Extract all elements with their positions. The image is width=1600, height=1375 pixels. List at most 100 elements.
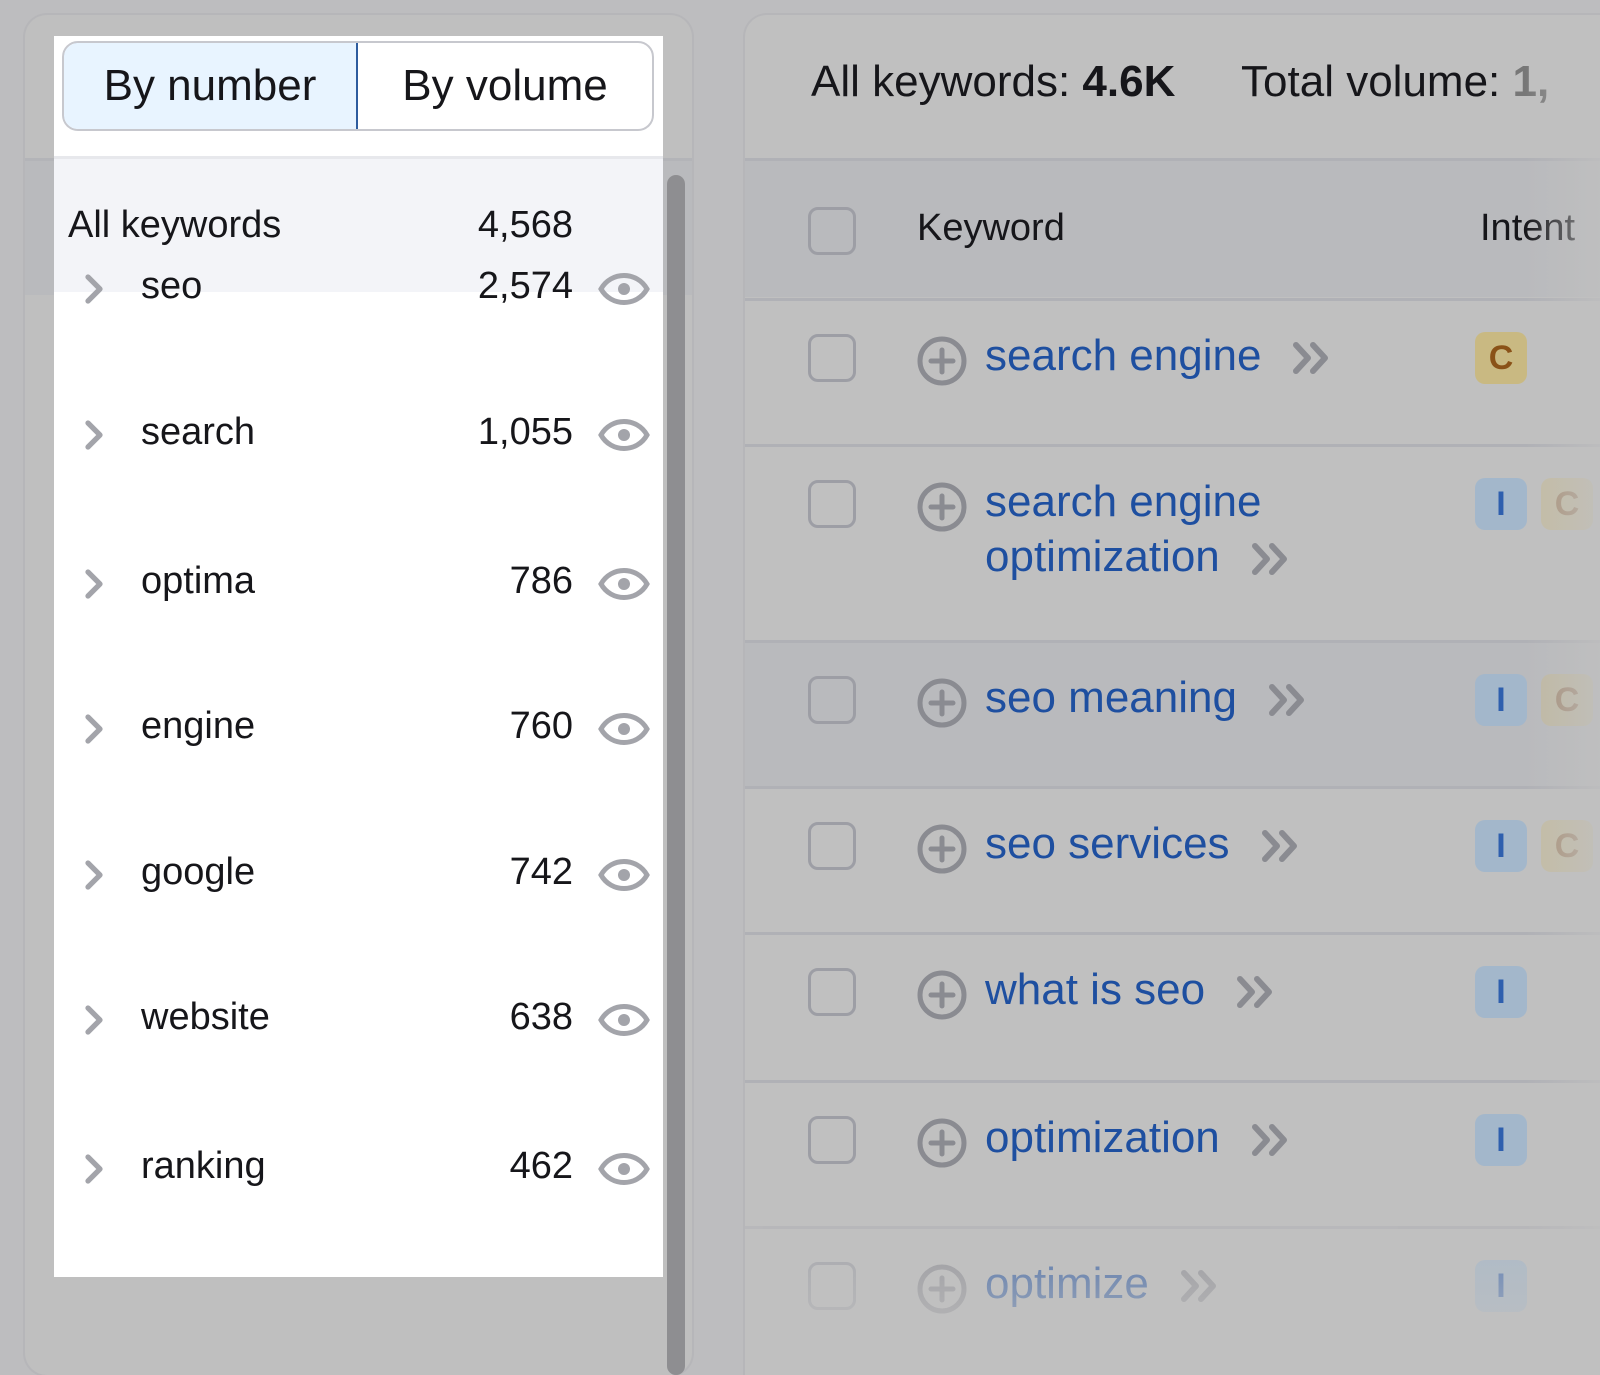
keyword-group-item[interactable]: ranking 462 (54, 1129, 663, 1209)
group-label: seo (141, 265, 203, 307)
add-to-list-icon[interactable] (915, 968, 969, 1022)
column-header-intent[interactable]: Intent (1480, 207, 1575, 250)
row-checkbox[interactable] (808, 968, 856, 1016)
group-count: 760 (509, 705, 573, 747)
all-keywords-count: 4,568 (477, 204, 573, 246)
open-keyword-overview-icon[interactable] (1179, 1269, 1221, 1303)
chevron-right-icon[interactable] (76, 271, 112, 307)
intent-badge-commercial: C (1475, 332, 1527, 384)
keyword-group-item[interactable]: google 742 (54, 835, 663, 915)
open-keyword-overview-icon[interactable] (1235, 975, 1277, 1009)
intent-badge-informational: I (1475, 478, 1527, 530)
group-count: 462 (509, 1145, 573, 1187)
open-keyword-overview-icon[interactable] (1291, 341, 1333, 375)
by-volume-toggle[interactable]: By volume (358, 43, 652, 129)
table-row: what is seo I (745, 932, 1600, 1083)
eye-icon[interactable] (597, 707, 651, 751)
keyword-group-item[interactable]: website 638 (54, 980, 663, 1060)
keyword-text: search engine (985, 331, 1262, 380)
keyword-link[interactable]: what is seo (985, 962, 1277, 1017)
total-volume-value: 1, (1512, 57, 1550, 106)
keyword-group-item[interactable]: optima 786 (54, 544, 663, 624)
keyword-link[interactable]: seo services (985, 816, 1302, 871)
intent-badge-informational: I (1475, 966, 1527, 1018)
keyword-text: what is seo (985, 965, 1206, 1014)
open-keyword-overview-icon[interactable] (1267, 683, 1309, 717)
groups-scrollbar[interactable] (667, 175, 685, 1375)
row-checkbox[interactable] (808, 480, 856, 528)
intent-badge-informational: I (1475, 1260, 1527, 1312)
row-checkbox[interactable] (808, 1116, 856, 1164)
table-summary: All keywords: 4.6K Total volume: 1, (811, 57, 1549, 107)
keyword-link[interactable]: seo meaning (985, 670, 1309, 725)
all-keywords-label: All keywords (68, 204, 282, 246)
groups-highlight-area: By number By volume All keywords 4,568 s… (54, 36, 663, 1277)
table-row: seo meaning I C (745, 640, 1600, 789)
keyword-text: optimization (985, 1113, 1220, 1162)
chevron-right-icon[interactable] (76, 1151, 112, 1187)
keyword-text: optimize (985, 1259, 1149, 1308)
all-keywords-summary-value: 4.6K (1082, 57, 1176, 106)
chevron-right-icon[interactable] (76, 417, 112, 453)
add-to-list-icon[interactable] (915, 676, 969, 730)
add-to-list-icon[interactable] (915, 1262, 969, 1316)
row-checkbox[interactable] (808, 334, 856, 382)
keyword-text: search engine (985, 477, 1262, 526)
keyword-text: seo services (985, 819, 1230, 868)
keyword-group-item[interactable]: search 1,055 (54, 395, 663, 475)
eye-icon[interactable] (597, 413, 651, 457)
all-keywords-summary-label: All keywords: (811, 57, 1071, 106)
table-row: optimize I (745, 1226, 1600, 1375)
intent-badge-informational: I (1475, 820, 1527, 872)
open-keyword-overview-icon[interactable] (1250, 1123, 1292, 1157)
table-row: seo services I C (745, 786, 1600, 935)
keyword-group-item[interactable]: seo 2,574 (54, 249, 663, 329)
add-to-list-icon[interactable] (915, 334, 969, 388)
group-label: engine (141, 705, 256, 747)
table-row: search engine optimization I C (745, 444, 1600, 643)
add-to-list-icon[interactable] (915, 1116, 969, 1170)
add-to-list-icon[interactable] (915, 822, 969, 876)
table-header: Keyword Intent (745, 161, 1600, 297)
row-checkbox[interactable] (808, 1262, 856, 1310)
keyword-text: seo meaning (985, 673, 1237, 722)
group-label: google (141, 851, 256, 893)
open-keyword-overview-icon[interactable] (1260, 829, 1302, 863)
intent-badge-informational: I (1475, 674, 1527, 726)
eye-icon[interactable] (597, 998, 651, 1042)
chevron-right-icon[interactable] (76, 1002, 112, 1038)
chevron-right-icon[interactable] (76, 566, 112, 602)
keyword-link[interactable]: optimize (985, 1256, 1221, 1311)
eye-icon[interactable] (597, 267, 651, 311)
keyword-link[interactable]: search engine optimization (985, 474, 1292, 584)
group-count: 786 (509, 560, 573, 602)
intent-badge-informational: I (1475, 1114, 1527, 1166)
group-count: 742 (509, 851, 573, 893)
keyword-link[interactable]: optimization (985, 1110, 1292, 1165)
open-keyword-overview-icon[interactable] (1250, 542, 1292, 576)
group-count: 638 (509, 996, 573, 1038)
intent-badge-commercial: C (1541, 820, 1593, 872)
keyword-text: optimization (985, 532, 1220, 581)
intent-badge-commercial: C (1541, 674, 1593, 726)
table-row: optimization I (745, 1080, 1600, 1229)
keyword-link[interactable]: search engine (985, 328, 1333, 383)
eye-icon[interactable] (597, 562, 651, 606)
column-header-keyword[interactable]: Keyword (917, 207, 1065, 250)
group-label: search (141, 411, 256, 453)
group-label: optima (141, 560, 256, 602)
chevron-right-icon[interactable] (76, 857, 112, 893)
keyword-group-item[interactable]: engine 760 (54, 689, 663, 769)
intent-badge-commercial: C (1541, 478, 1593, 530)
select-all-checkbox[interactable] (808, 207, 856, 255)
row-checkbox[interactable] (808, 822, 856, 870)
row-checkbox[interactable] (808, 676, 856, 724)
add-to-list-icon[interactable] (915, 480, 969, 534)
total-volume-label: Total volume: (1241, 57, 1501, 106)
eye-icon[interactable] (597, 853, 651, 897)
chevron-right-icon[interactable] (76, 711, 112, 747)
table-row: search engine C (745, 298, 1600, 447)
group-label: ranking (141, 1145, 266, 1187)
by-number-toggle[interactable]: By number (64, 43, 358, 129)
eye-icon[interactable] (597, 1147, 651, 1191)
